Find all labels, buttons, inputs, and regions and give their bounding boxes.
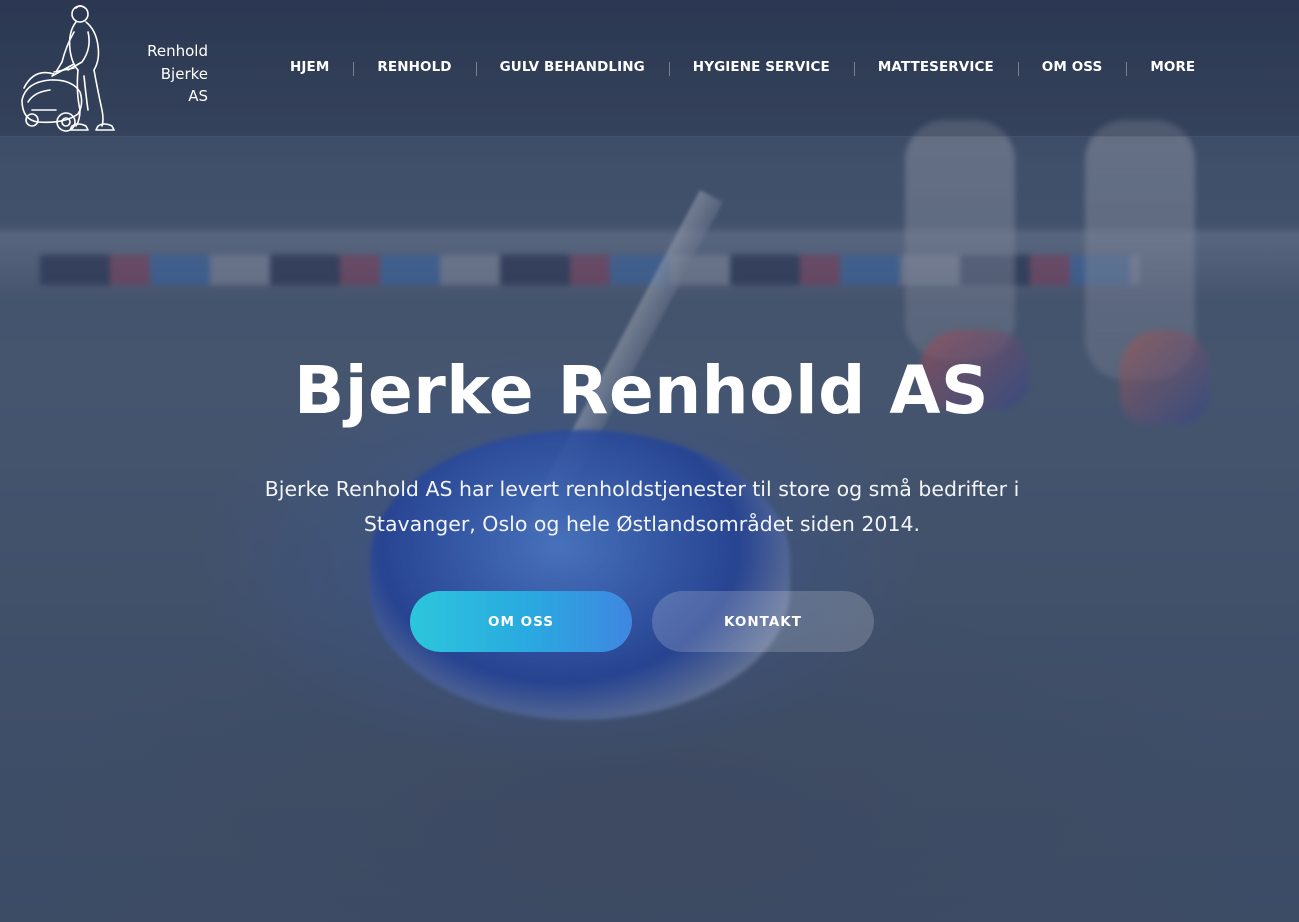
floor-scrubber-worker-icon	[21, 5, 115, 132]
hero-title: Bjerke Renhold AS	[294, 352, 989, 429]
main-navigation: HJEM RENHOLD GULV BEHANDLING HYGIENE SER…	[266, 56, 1219, 78]
brand-name[interactable]: Renhold Bjerke AS	[132, 40, 208, 108]
nav-item-hygiene-service[interactable]: HYGIENE SERVICE	[668, 59, 854, 76]
brand-name-line-2: Bjerke	[160, 64, 208, 83]
nav-item-more[interactable]: MORE	[1126, 59, 1219, 76]
om-oss-button[interactable]: OM OSS	[410, 591, 632, 652]
kontakt-button[interactable]: KONTAKT	[652, 591, 874, 652]
nav-item-om-oss[interactable]: OM OSS	[1017, 59, 1127, 76]
brand-name-line-3: AS	[188, 87, 208, 105]
logo-link[interactable]	[18, 2, 136, 136]
background-overlay	[0, 0, 1299, 922]
brand-name-line-1: Renhold	[147, 42, 208, 60]
nav-item-gulv-behandling[interactable]: GULV BEHANDLING	[475, 59, 669, 76]
nav-item-hjem[interactable]: HJEM	[266, 59, 353, 75]
nav-item-matteservice[interactable]: MATTESERVICE	[853, 59, 1018, 76]
site-header: Renhold Bjerke AS HJEM RENHOLD GULV BEHA…	[0, 0, 1299, 137]
hero-background-image	[0, 0, 1299, 922]
nav-item-renhold[interactable]: RENHOLD	[353, 59, 475, 76]
hero-subtitle: Bjerke Renhold AS har levert renholdstje…	[264, 477, 1020, 536]
